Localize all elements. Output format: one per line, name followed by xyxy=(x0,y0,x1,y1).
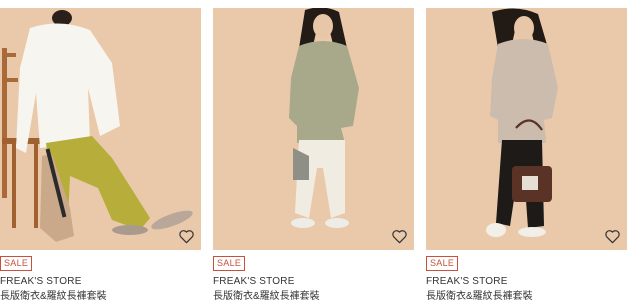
brand-name[interactable]: FREAK'S STORE xyxy=(0,275,201,288)
heart-outline-icon[interactable] xyxy=(178,229,195,244)
sale-badge: SALE xyxy=(426,256,459,271)
product-photo-illustration xyxy=(2,10,193,242)
product-title[interactable]: 長版衛衣&羅紋長褲套裝 xyxy=(426,291,627,303)
heart-outline-icon[interactable] xyxy=(604,229,621,244)
brand-name[interactable]: FREAK'S STORE xyxy=(426,275,627,288)
product-photo-illustration xyxy=(486,8,558,237)
sale-badge: SALE xyxy=(213,256,246,271)
brand-name[interactable]: FREAK'S STORE xyxy=(213,275,414,288)
product-image[interactable] xyxy=(213,8,414,250)
product-image[interactable] xyxy=(0,8,201,250)
product-image[interactable] xyxy=(426,8,627,250)
product-card[interactable]: SALE FREAK'S STORE 長版衛衣&羅紋長褲套裝 xyxy=(426,8,627,303)
product-card[interactable]: SALE FREAK'S STORE 長版衛衣&羅紋長褲套裝 xyxy=(213,8,414,303)
product-photo-illustration xyxy=(289,8,359,228)
sale-badge: SALE xyxy=(0,256,33,271)
product-title[interactable]: 長版衛衣&羅紋長褲套裝 xyxy=(213,291,414,303)
product-title[interactable]: 長版衛衣&羅紋長褲套裝 xyxy=(0,291,201,303)
product-grid: SALE FREAK'S STORE 長版衛衣&羅紋長褲套裝 SALE FREA… xyxy=(0,0,640,305)
heart-outline-icon[interactable] xyxy=(391,229,408,244)
product-card[interactable]: SALE FREAK'S STORE 長版衛衣&羅紋長褲套裝 xyxy=(0,8,201,303)
